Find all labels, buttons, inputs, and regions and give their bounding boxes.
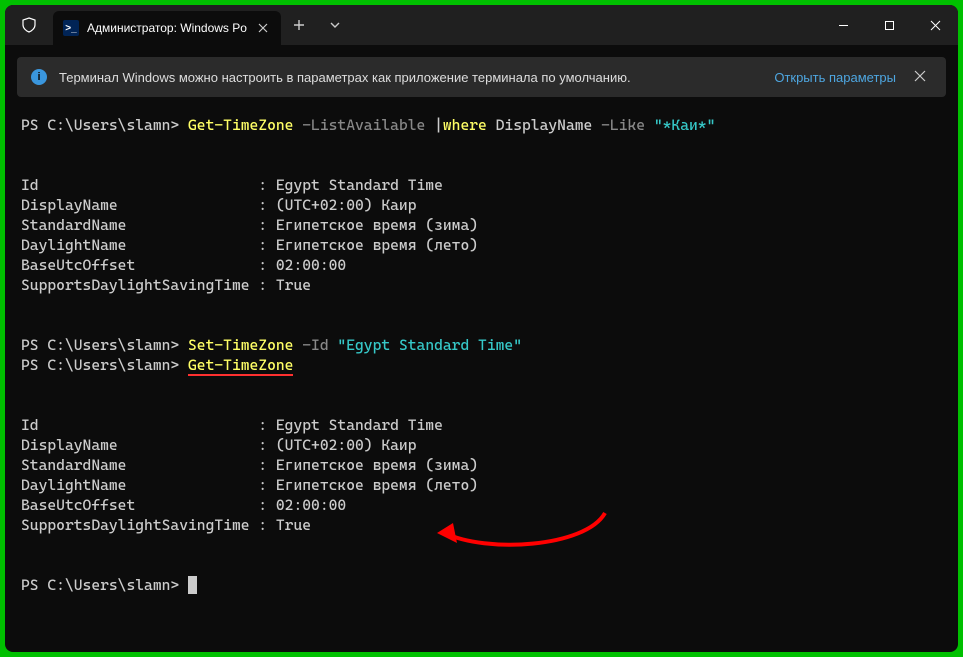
output-line: BaseUtcOffset : 02:00:00 — [21, 256, 346, 274]
output-line: SupportsDaylightSavingTime : True — [21, 516, 311, 534]
output-line: DisplayName : (UTC+02:00) Каир — [21, 196, 417, 214]
titlebar: >_ Администратор: Windows Po — [5, 5, 958, 45]
terminal-output[interactable]: PS C:\Users\slamn> Get-TimeZone -ListAva… — [5, 101, 958, 652]
prompt: PS C:\Users\slamn> — [21, 356, 188, 374]
info-text: Терминал Windows можно настроить в парам… — [59, 70, 762, 85]
terminal-area: PS C:\Users\slamn> Get-TimeZone -ListAva… — [5, 101, 958, 652]
output-line: Id : Egypt Standard Time — [21, 176, 443, 194]
shield-icon — [5, 5, 53, 45]
info-icon: i — [31, 69, 47, 85]
output-line: SupportsDaylightSavingTime : True — [21, 276, 311, 294]
output-line: Id : Egypt Standard Time — [21, 416, 443, 434]
prompt: PS C:\Users\slamn> — [21, 576, 188, 594]
tab-active[interactable]: >_ Администратор: Windows Po — [53, 11, 281, 45]
info-bar: i Терминал Windows можно настроить в пар… — [17, 57, 946, 97]
param: -ListAvailable — [293, 116, 434, 134]
terminal-window: >_ Администратор: Windows Po i — [5, 5, 958, 652]
open-settings-link[interactable]: Открыть параметры — [774, 70, 896, 85]
output-line: StandardName : Египетское время (зима) — [21, 216, 478, 234]
window-controls — [820, 5, 958, 45]
output-line: DaylightName : Египетское время (лето) — [21, 476, 478, 494]
output-line: BaseUtcOffset : 02:00:00 — [21, 496, 346, 514]
cursor — [188, 576, 197, 594]
output-line: StandardName : Египетское время (зима) — [21, 456, 478, 474]
new-tab-button[interactable] — [281, 5, 317, 45]
powershell-icon: >_ — [63, 20, 79, 36]
output-line: DisplayName : (UTC+02:00) Каир — [21, 436, 417, 454]
maximize-button[interactable] — [866, 5, 912, 45]
titlebar-drag-area[interactable] — [353, 5, 820, 45]
tab-dropdown-button[interactable] — [317, 5, 353, 45]
output-line: DaylightName : Египетское время (лето) — [21, 236, 478, 254]
close-window-button[interactable] — [912, 5, 958, 45]
tab-title: Администратор: Windows Po — [87, 21, 247, 35]
info-close-button[interactable] — [908, 70, 932, 85]
prompt: PS C:\Users\slamn> — [21, 116, 188, 134]
close-tab-button[interactable] — [255, 20, 271, 36]
minimize-button[interactable] — [820, 5, 866, 45]
prompt: PS C:\Users\slamn> — [21, 336, 188, 354]
command: Get-TimeZone — [188, 116, 293, 134]
